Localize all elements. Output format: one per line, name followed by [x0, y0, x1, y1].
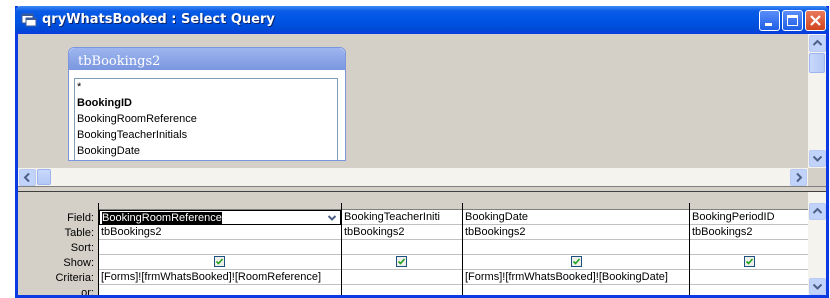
table-cell[interactable]: tbBookings2 — [99, 225, 341, 240]
row-label-sort: Sort: — [70, 242, 94, 254]
row-label-criteria: Criteria: — [55, 272, 94, 284]
row-label-field: Field: — [67, 212, 94, 224]
column-selector[interactable] — [690, 203, 809, 210]
criteria-cell[interactable]: [Forms]![frmWhatsBooked]![RoomReference] — [99, 270, 341, 285]
query-icon — [21, 12, 37, 28]
field-list-item-bookingid[interactable]: BookingID — [75, 95, 337, 111]
grid-column: BookingRoomReference tbBookings2 [Forms]… — [98, 203, 341, 295]
maximize-button[interactable] — [782, 10, 803, 31]
sort-cell[interactable] — [99, 240, 341, 255]
field-list-item-bookingroomreference[interactable]: BookingRoomReference — [75, 111, 337, 127]
grid-vertical-scrollbar[interactable] — [808, 192, 826, 295]
show-checkbox[interactable] — [214, 256, 225, 267]
grid-scroll-down-button[interactable] — [809, 278, 826, 295]
or-cell[interactable] — [99, 285, 341, 295]
show-cell[interactable] — [463, 255, 689, 270]
minimize-button[interactable] — [759, 10, 780, 31]
vertical-scroll-thumb[interactable] — [809, 53, 825, 73]
field-list-items: * BookingID BookingRoomReference Booking… — [74, 78, 338, 160]
show-checkbox[interactable] — [744, 256, 755, 267]
field-list-tbBookings2[interactable]: tbBookings2 * BookingID BookingRoomRefer… — [68, 47, 346, 161]
horizontal-scroll-thumb[interactable] — [37, 169, 51, 185]
or-cell[interactable] — [463, 285, 689, 295]
column-selector[interactable] — [463, 203, 689, 210]
criteria-cell[interactable] — [690, 270, 809, 285]
show-checkbox[interactable] — [571, 256, 582, 267]
scroll-right-button[interactable] — [790, 169, 807, 186]
field-list-item-bookingdate[interactable]: BookingDate — [75, 143, 337, 159]
design-grid-pane: Field: Table: Sort: Show: Criteria: or: … — [18, 192, 826, 295]
or-cell[interactable] — [342, 285, 462, 295]
query-design-window: qryWhatsBooked : Select Query tbBookings… — [15, 6, 829, 298]
scroll-up-button[interactable] — [809, 35, 826, 52]
grid-column: BookingTeacherIniti tbBookings2 — [341, 203, 462, 295]
field-cell[interactable]: BookingPeriodID — [690, 210, 809, 225]
field-list-item-all[interactable]: * — [75, 79, 337, 95]
show-cell[interactable] — [99, 255, 341, 270]
criteria-cell[interactable] — [342, 270, 462, 285]
table-pane-horizontal-scrollbar[interactable] — [18, 168, 808, 186]
table-pane-vertical-scrollbar[interactable] — [808, 34, 826, 168]
table-pane: tbBookings2 * BookingID BookingRoomRefer… — [18, 34, 826, 186]
field-cell-value: BookingRoomReference — [102, 212, 222, 224]
grid-column: BookingDate tbBookings2 [Forms]![frmWhat… — [462, 203, 689, 295]
sort-cell[interactable] — [342, 240, 462, 255]
grid-row-labels: Field: Table: Sort: Show: Criteria: or: — [22, 204, 94, 295]
field-cell[interactable]: BookingDate — [463, 210, 689, 225]
window-title: qryWhatsBooked : Select Query — [42, 12, 275, 27]
field-list-item-bookingteacherinitials[interactable]: BookingTeacherInitials — [75, 127, 337, 143]
column-selector[interactable] — [342, 203, 462, 210]
field-cell[interactable]: BookingRoomReference — [99, 210, 341, 225]
row-label-show: Show: — [63, 257, 94, 269]
table-cell[interactable]: tbBookings2 — [342, 225, 462, 240]
table-cell[interactable]: tbBookings2 — [690, 225, 809, 240]
show-checkbox[interactable] — [396, 256, 407, 267]
close-button[interactable] — [805, 10, 826, 31]
show-cell[interactable] — [690, 255, 809, 270]
criteria-cell[interactable]: [Forms]![frmWhatsBooked]![BookingDate] — [463, 270, 689, 285]
scroll-down-button[interactable] — [809, 150, 826, 167]
grid-column: BookingPeriodID tbBookings2 — [689, 203, 810, 295]
sort-cell[interactable] — [463, 240, 689, 255]
scroll-left-button[interactable] — [19, 169, 36, 186]
title-bar[interactable]: qryWhatsBooked : Select Query — [15, 6, 829, 34]
row-label-table: Table: — [64, 227, 94, 239]
sort-cell[interactable] — [690, 240, 809, 255]
grid-scroll-up-button[interactable] — [809, 203, 826, 220]
chevron-down-icon[interactable] — [325, 211, 339, 224]
table-cell[interactable]: tbBookings2 — [463, 225, 689, 240]
field-cell[interactable]: BookingTeacherIniti — [342, 210, 462, 225]
row-label-or: or: — [81, 287, 94, 295]
or-cell[interactable] — [690, 285, 809, 295]
field-list-title[interactable]: tbBookings2 — [69, 48, 345, 70]
column-selector[interactable] — [99, 203, 341, 210]
show-cell[interactable] — [342, 255, 462, 270]
